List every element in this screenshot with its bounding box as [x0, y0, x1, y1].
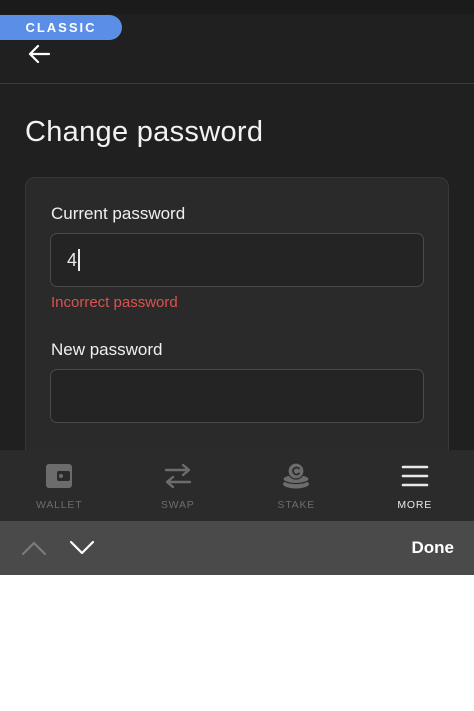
password-form-card: Current password 4 Incorrect password Ne… — [25, 177, 449, 467]
app-view: CLASSIC Change password Current password… — [0, 0, 474, 467]
chevron-down-icon — [69, 540, 95, 555]
nav-item-wallet[interactable]: WALLET — [0, 450, 119, 521]
current-password-value: 4 — [67, 249, 78, 270]
nav-label-stake: STAKE — [277, 499, 316, 511]
screen: CLASSIC Change password Current password… — [0, 0, 474, 711]
menu-icon — [401, 465, 429, 487]
nav-label-more: MORE — [397, 499, 433, 511]
coin-stack-icon — [282, 462, 310, 489]
bottom-nav: WALLET SWAP STAKE MORE — [0, 450, 474, 521]
page-title: Change password — [25, 116, 264, 148]
keyboard-accessory-toolbar: Done — [0, 521, 474, 575]
nav-label-wallet: WALLET — [36, 499, 83, 511]
current-password-input[interactable]: 4 — [50, 233, 424, 287]
classic-badge[interactable]: CLASSIC — [0, 15, 122, 40]
swap-arrows-icon — [164, 463, 191, 489]
next-field-button[interactable] — [68, 536, 96, 560]
header-divider — [0, 83, 474, 84]
arrow-left-icon — [28, 44, 50, 64]
back-button[interactable] — [24, 40, 54, 68]
previous-field-button[interactable] — [20, 536, 48, 560]
current-password-label: Current password — [51, 204, 186, 223]
error-message: Incorrect password — [51, 294, 178, 311]
nav-item-more[interactable]: MORE — [356, 450, 474, 521]
new-password-input[interactable] — [50, 369, 424, 423]
chevron-up-icon — [21, 541, 47, 556]
new-password-label: New password — [51, 340, 163, 359]
nav-item-swap[interactable]: SWAP — [119, 450, 238, 521]
text-caret — [78, 249, 81, 271]
done-button[interactable]: Done — [412, 538, 455, 558]
nav-item-stake[interactable]: STAKE — [237, 450, 356, 521]
status-strip — [0, 0, 474, 14]
nav-label-swap: SWAP — [160, 499, 195, 511]
wallet-icon — [46, 464, 73, 488]
